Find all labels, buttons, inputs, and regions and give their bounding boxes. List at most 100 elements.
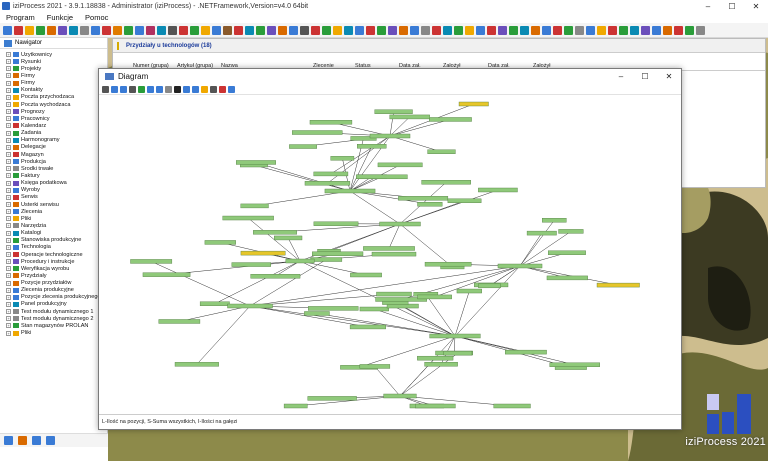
maximize-button[interactable]: ☐	[720, 0, 744, 12]
toolbar-button-icon[interactable]	[410, 25, 419, 35]
expand-icon[interactable]: +	[6, 287, 11, 293]
toolbar-button-icon[interactable]	[465, 25, 474, 35]
navigator-item[interactable]: + Zlecenia	[0, 208, 107, 215]
expand-icon[interactable]: +	[6, 244, 11, 250]
toolbar-button-icon[interactable]	[509, 25, 518, 35]
expand-icon[interactable]: +	[6, 137, 11, 143]
diagram-tool-icon[interactable]	[147, 85, 154, 93]
navigator-item[interactable]: + Pracownicy	[0, 115, 107, 122]
diagram-tool-icon[interactable]	[228, 85, 235, 93]
menu-funkcje[interactable]: Funkcje	[47, 13, 73, 22]
navigator-item[interactable]: + Katalogi	[0, 230, 107, 237]
toolbar-button-icon[interactable]	[300, 25, 309, 35]
expand-icon[interactable]: +	[6, 80, 11, 86]
expand-icon[interactable]: +	[6, 52, 11, 58]
toolbar-button-icon[interactable]	[135, 25, 144, 35]
toolbar-button-icon[interactable]	[377, 25, 386, 35]
toolbar-button-icon[interactable]	[245, 25, 254, 35]
toolbar-button-icon[interactable]	[146, 25, 155, 35]
toolbar-button-icon[interactable]	[487, 25, 496, 35]
navigator-item[interactable]: + Wyroby	[0, 187, 107, 194]
navigator-tool-icon[interactable]	[18, 436, 27, 445]
diagram-close-button[interactable]: ✕	[657, 69, 681, 84]
toolbar-button-icon[interactable]	[663, 25, 672, 35]
toolbar-button-icon[interactable]	[102, 25, 111, 35]
expand-icon[interactable]: +	[6, 59, 11, 65]
toolbar-button-icon[interactable]	[564, 25, 573, 35]
navigator-tool-icon[interactable]	[46, 436, 55, 445]
navigator-item[interactable]: + Usterki serwisu	[0, 201, 107, 208]
toolbar-button-icon[interactable]	[454, 25, 463, 35]
toolbar-button-icon[interactable]	[432, 25, 441, 35]
toolbar-button-icon[interactable]	[322, 25, 331, 35]
toolbar-button-icon[interactable]	[399, 25, 408, 35]
navigator-item[interactable]: + Weryfikacja wyrobu	[0, 265, 107, 272]
toolbar-button-icon[interactable]	[36, 25, 45, 35]
menu-pomoc[interactable]: Pomoc	[85, 13, 108, 22]
navigator-item[interactable]: + Faktury	[0, 172, 107, 179]
navigator-item[interactable]: + Magazyn	[0, 151, 107, 158]
toolbar-button-icon[interactable]	[597, 25, 606, 35]
toolbar-button-icon[interactable]	[388, 25, 397, 35]
navigator-item[interactable]: + Test modułu dynamicznego 1	[0, 308, 107, 315]
diagram-tool-icon[interactable]	[111, 85, 118, 93]
toolbar-button-icon[interactable]	[80, 25, 89, 35]
navigator-item[interactable]: + Serwis	[0, 194, 107, 201]
toolbar-button-icon[interactable]	[124, 25, 133, 35]
expand-icon[interactable]: +	[6, 144, 11, 150]
expand-icon[interactable]: +	[6, 66, 11, 72]
toolbar-button-icon[interactable]	[531, 25, 540, 35]
toolbar-button-icon[interactable]	[223, 25, 232, 35]
expand-icon[interactable]: +	[6, 316, 11, 322]
toolbar-button-icon[interactable]	[421, 25, 430, 35]
expand-icon[interactable]: +	[6, 187, 11, 193]
toolbar-button-icon[interactable]	[443, 25, 452, 35]
toolbar-button-icon[interactable]	[630, 25, 639, 35]
diagram-tool-icon[interactable]	[183, 85, 190, 93]
toolbar-button-icon[interactable]	[685, 25, 694, 35]
navigator-item[interactable]: + Procedury i instrukcje	[0, 258, 107, 265]
navigator-item[interactable]: + Test modułu dynamicznego 2	[0, 315, 107, 322]
diagram-canvas[interactable]	[100, 96, 680, 414]
expand-icon[interactable]: +	[6, 173, 11, 179]
navigator-item[interactable]: + Poczta przychodzaca	[0, 94, 107, 101]
navigator-item[interactable]: + Stanowiska produkcyjne	[0, 237, 107, 244]
navigator-tool-icon[interactable]	[32, 436, 41, 445]
expand-icon[interactable]: +	[6, 87, 11, 93]
navigator-item[interactable]: + Srodki trwałe	[0, 165, 107, 172]
toolbar-button-icon[interactable]	[267, 25, 276, 35]
expand-icon[interactable]: +	[6, 230, 11, 236]
navigator-item[interactable]: + Pozycje przydziałów	[0, 280, 107, 287]
diagram-tool-icon[interactable]	[120, 85, 127, 93]
diagram-tool-icon[interactable]	[219, 85, 226, 93]
toolbar-button-icon[interactable]	[179, 25, 188, 35]
navigator-header[interactable]: Nawigator	[0, 38, 107, 49]
expand-icon[interactable]: +	[6, 152, 11, 158]
navigator-item[interactable]: + Stan magazynów PROLAN	[0, 322, 107, 329]
expand-icon[interactable]: +	[6, 252, 11, 257]
toolbar-button-icon[interactable]	[652, 25, 661, 35]
expand-icon[interactable]: +	[6, 280, 11, 286]
expand-icon[interactable]: +	[6, 301, 11, 307]
toolbar-button-icon[interactable]	[641, 25, 650, 35]
toolbar-button-icon[interactable]	[278, 25, 287, 35]
expand-icon[interactable]: +	[6, 294, 11, 300]
diagram-tool-icon[interactable]	[138, 85, 145, 93]
toolbar-button-icon[interactable]	[190, 25, 199, 35]
expand-icon[interactable]: +	[6, 273, 11, 279]
toolbar-button-icon[interactable]	[3, 25, 12, 35]
toolbar-button-icon[interactable]	[608, 25, 617, 35]
diagram-titlebar[interactable]: Diagram – ☐ ✕	[99, 69, 681, 84]
toolbar-button-icon[interactable]	[91, 25, 100, 35]
expand-icon[interactable]: +	[6, 309, 11, 315]
toolbar-button-icon[interactable]	[234, 25, 243, 35]
navigator-item[interactable]: + Pliki	[0, 215, 107, 222]
toolbar-button-icon[interactable]	[674, 25, 683, 35]
navigator-item[interactable]: + Zlecenia produkcyjne	[0, 287, 107, 294]
toolbar-button-icon[interactable]	[58, 25, 67, 35]
toolbar-button-icon[interactable]	[366, 25, 375, 35]
navigator-item[interactable]: + Poczta wychodzaca	[0, 101, 107, 108]
toolbar-button-icon[interactable]	[289, 25, 298, 35]
toolbar-button-icon[interactable]	[476, 25, 485, 35]
toolbar-button-icon[interactable]	[113, 25, 122, 35]
